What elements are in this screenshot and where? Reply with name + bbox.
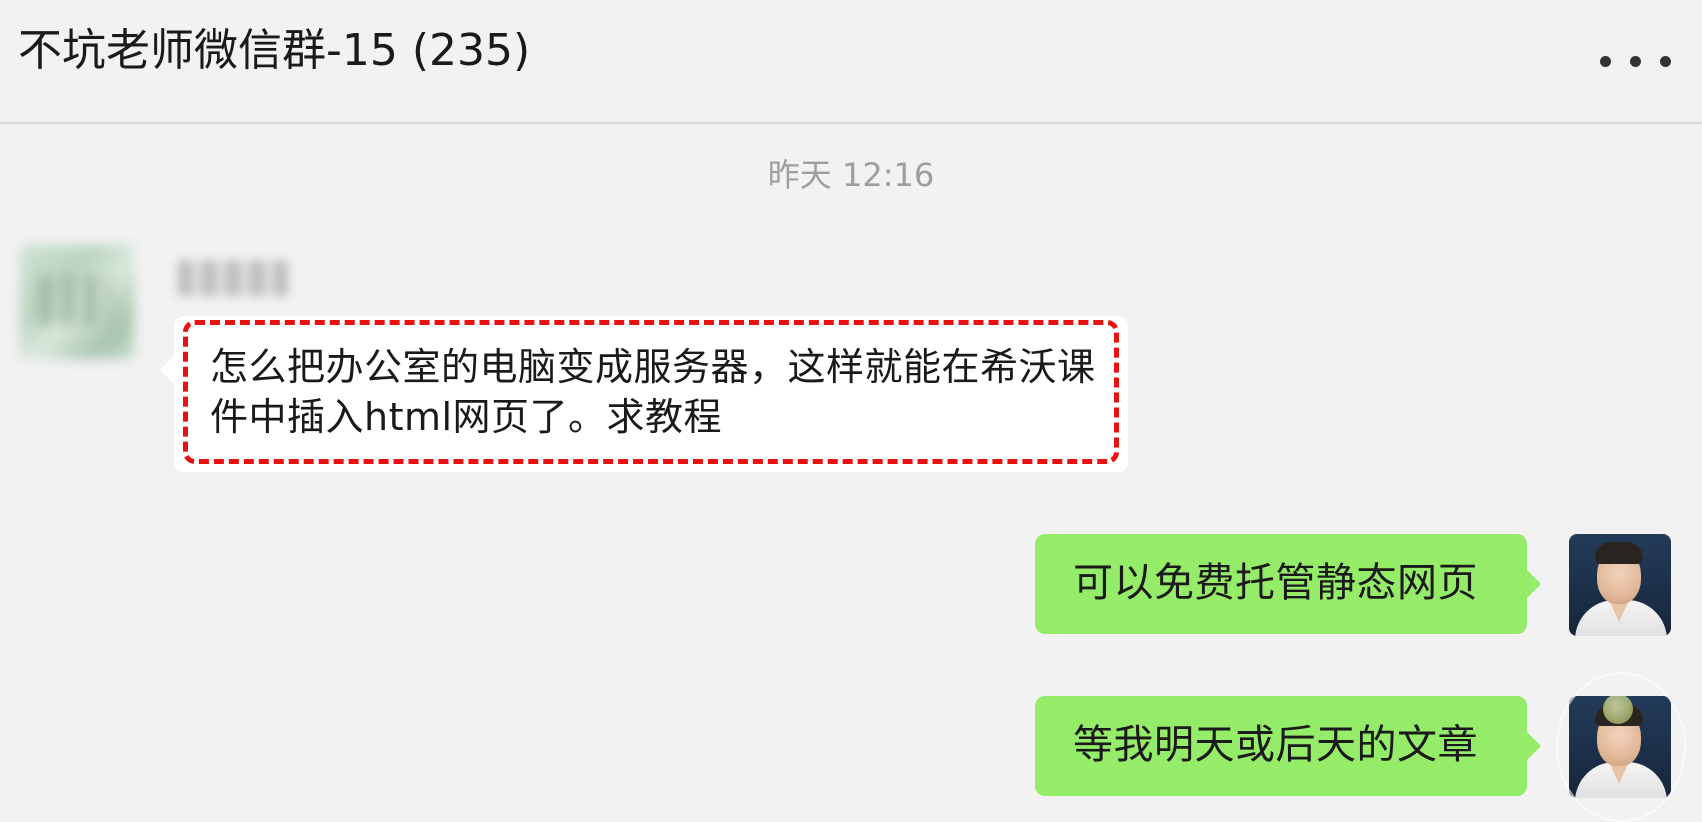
message-timestamp: 昨天 12:16 — [767, 156, 935, 194]
chat-title: 不坑老师微信群-15 (235) — [18, 25, 531, 76]
message-text: 等我明天或后天的文章 — [1073, 722, 1478, 768]
incoming-message-bubble[interactable]: 怎么把办公室的电脑变成服务器，这样就能在希沃课件中插入html网页了。求教程 — [160, 316, 1128, 472]
self-avatar[interactable] — [1569, 534, 1671, 636]
self-avatar[interactable] — [1569, 696, 1671, 798]
sender-name-redacted — [178, 260, 288, 296]
outgoing-message-bubble[interactable]: 可以免费托管静态网页 — [1035, 534, 1541, 634]
more-horizontal-icon — [1600, 56, 1611, 67]
chat-header: 不坑老师微信群-15 (235) — [0, 0, 1702, 124]
message-text: 怎么把办公室的电脑变成服务器，这样就能在希沃课件中插入html网页了。求教程 — [210, 345, 1096, 439]
message-text: 可以免费托管静态网页 — [1073, 560, 1478, 606]
more-options-button[interactable] — [1594, 46, 1680, 76]
outgoing-message-bubble[interactable]: 等我明天或后天的文章 — [1035, 696, 1541, 796]
sender-avatar[interactable] — [20, 245, 134, 359]
